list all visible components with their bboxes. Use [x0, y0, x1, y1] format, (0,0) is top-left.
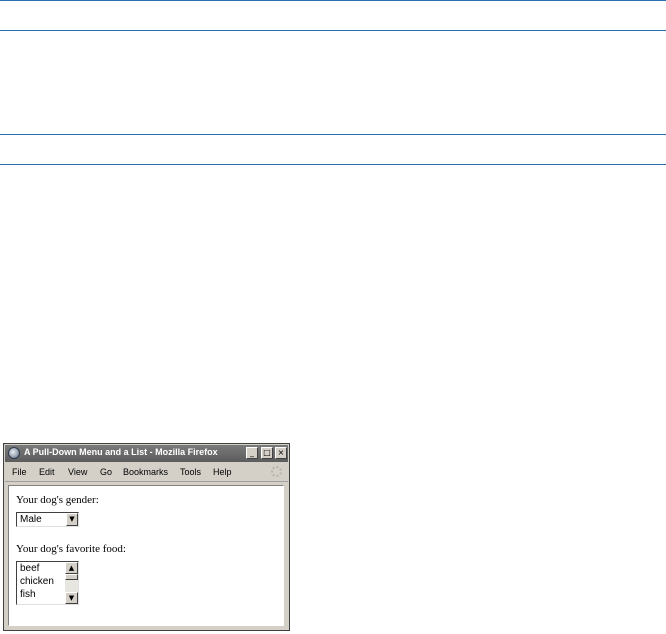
- top-rule-1: [0, 0, 666, 1]
- middle-rule-2: [0, 164, 666, 165]
- listbox-scrollbar[interactable]: ▲ ▼: [65, 562, 78, 604]
- top-rule-2: [0, 30, 666, 31]
- scroll-thumb[interactable]: [65, 574, 78, 580]
- throbber-icon: [271, 466, 282, 477]
- gender-label: Your dog's gender:: [16, 494, 99, 506]
- menu-edit[interactable]: Edit: [39, 467, 55, 477]
- menu-help[interactable]: Help: [213, 467, 232, 477]
- food-listbox[interactable]: beef chicken fish ▲ ▼: [16, 561, 79, 605]
- minimize-button[interactable]: _: [246, 447, 258, 459]
- list-item[interactable]: fish: [20, 589, 36, 600]
- firefox-globe-icon: [8, 447, 20, 459]
- menu-bookmarks[interactable]: Bookmarks: [123, 467, 168, 477]
- scroll-up-icon[interactable]: ▲: [65, 562, 78, 574]
- gender-selected-value: Male: [20, 514, 42, 525]
- browser-window: A Pull-Down Menu and a List - Mozilla Fi…: [3, 443, 290, 631]
- menu-go[interactable]: Go: [100, 467, 112, 477]
- gender-select[interactable]: Male ▼: [16, 512, 79, 527]
- close-button[interactable]: ×: [275, 447, 287, 459]
- title-bar[interactable]: A Pull-Down Menu and a List - Mozilla Fi…: [5, 445, 288, 462]
- middle-rule-1: [0, 134, 666, 135]
- menu-tools[interactable]: Tools: [180, 467, 201, 477]
- page-content: Your dog's gender: Male ▼ Your dog's fav…: [8, 485, 284, 626]
- maximize-button[interactable]: □: [261, 447, 273, 459]
- menu-file[interactable]: File: [12, 467, 27, 477]
- chevron-down-icon[interactable]: ▼: [66, 513, 78, 526]
- food-label: Your dog's favorite food:: [16, 543, 126, 555]
- window-title: A Pull-Down Menu and a List - Mozilla Fi…: [24, 447, 218, 457]
- list-item[interactable]: beef: [20, 563, 39, 574]
- scroll-down-icon[interactable]: ▼: [65, 592, 78, 604]
- menu-view[interactable]: View: [68, 467, 87, 477]
- list-item[interactable]: chicken: [20, 576, 54, 587]
- menu-bar: File Edit View Go Bookmarks Tools Help: [5, 463, 288, 482]
